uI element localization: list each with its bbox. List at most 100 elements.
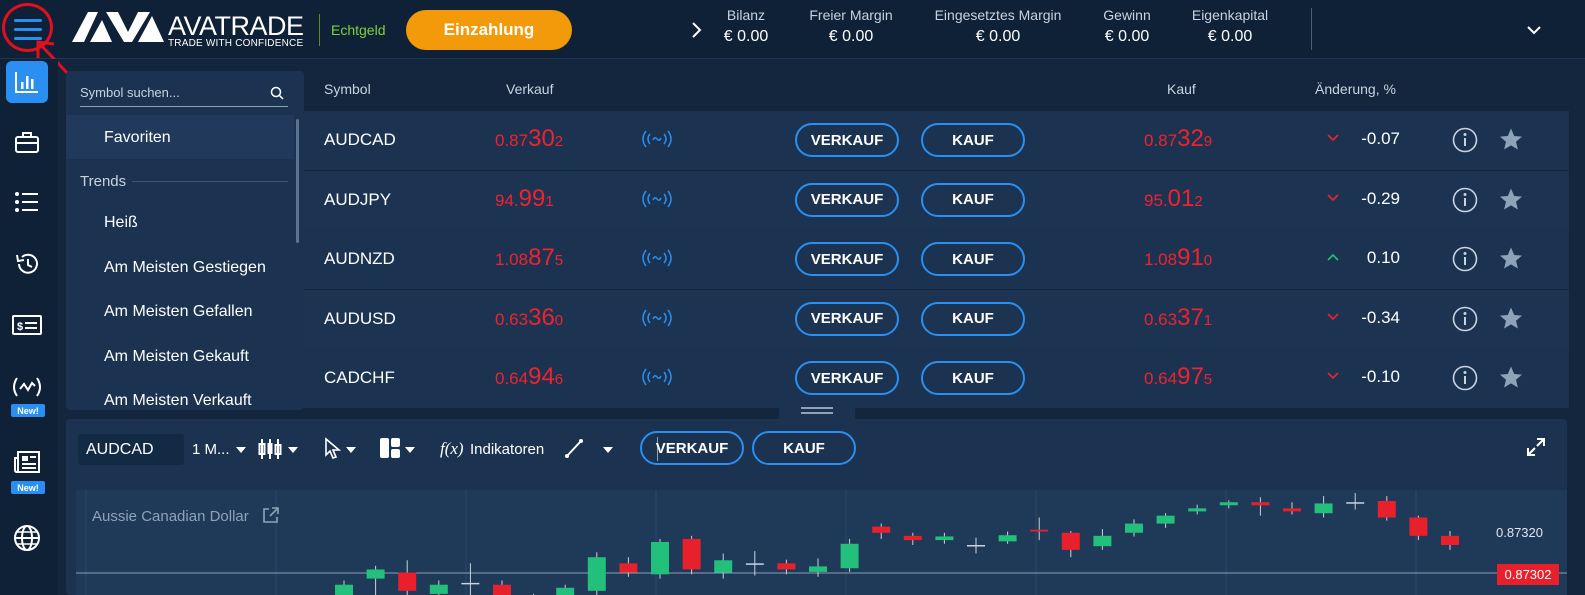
sidebar-item-most-bought[interactable]: Am Meisten Gekauft: [104, 348, 249, 366]
star-icon[interactable]: [1498, 246, 1524, 272]
info-icon[interactable]: [1452, 127, 1478, 153]
sidebar-item-favorites[interactable]: Favoriten: [66, 115, 294, 159]
indicators-button[interactable]: Indikatoren: [470, 441, 544, 458]
caret-down-icon[interactable]: [346, 447, 356, 453]
newspaper-icon: [14, 451, 40, 473]
price-pips: 30: [528, 125, 555, 152]
list-icon: [15, 192, 38, 212]
candle-body: [903, 535, 922, 541]
chevron-right-icon[interactable]: [690, 20, 704, 40]
buy-button[interactable]: KAUF: [921, 182, 1025, 217]
briefcase-icon: [15, 132, 39, 153]
sidebar-item-top-losers[interactable]: Am Meisten Gefallen: [104, 303, 253, 321]
nav-list-button[interactable]: [6, 181, 48, 223]
deposit-button[interactable]: Einzahlung: [406, 10, 572, 50]
buy-button[interactable]: KAUF: [921, 301, 1025, 336]
cursor-icon[interactable]: [324, 437, 342, 461]
table-row[interactable]: AUDNZD 1.08875 VERKAUF KAUF 1.08910 0.10: [304, 230, 1569, 289]
row-symbol: AUDJPY: [324, 189, 392, 209]
chevron-down-icon[interactable]: [1524, 20, 1544, 40]
expand-icon[interactable]: [1526, 437, 1546, 457]
column-header-symbol: Symbol: [324, 81, 371, 97]
chart-sell-button[interactable]: VERKAUF: [640, 431, 744, 465]
star-icon[interactable]: [1498, 365, 1524, 391]
draw-line-icon[interactable]: [564, 437, 584, 459]
nav-chart-button[interactable]: [6, 61, 48, 103]
caret-down-icon[interactable]: [603, 447, 613, 453]
table-row[interactable]: AUDJPY 94.991 VERKAUF KAUF 95.012 -0.29: [304, 170, 1569, 230]
price-fraction: 2: [1194, 192, 1203, 210]
candle-body: [619, 563, 638, 573]
sell-button[interactable]: VERKAUF: [795, 242, 899, 276]
candlestick-type-icon[interactable]: [258, 437, 282, 461]
buy-button[interactable]: KAUF: [921, 361, 1025, 395]
sidebar-item-top-gainers[interactable]: Am Meisten Gestiegen: [104, 259, 266, 277]
buy-button[interactable]: KAUF: [921, 242, 1025, 276]
stat-equity: Eigenkapital € 0.00: [1186, 7, 1274, 46]
price-pips: 32: [1177, 125, 1204, 152]
chart-buy-button[interactable]: KAUF: [752, 431, 856, 465]
divider: [132, 181, 288, 182]
nav-news-button[interactable]: [6, 441, 48, 483]
row-symbol: CADCHF: [324, 368, 395, 387]
sidebar-item-most-sold[interactable]: Am Meisten Verkauft: [104, 392, 252, 410]
top-bar: AVATRADE TRADE WITH CONFIDENCE Echtgeld …: [0, 0, 1585, 59]
signal-icon[interactable]: [640, 308, 674, 328]
nav-signals-button[interactable]: [6, 366, 48, 408]
nav-history-button[interactable]: [6, 243, 48, 285]
candle-body: [777, 563, 796, 570]
function-icon[interactable]: f(x): [440, 439, 464, 459]
stat-label: Eingesetztes Margin: [934, 7, 1062, 23]
sell-button[interactable]: VERKAUF: [795, 361, 899, 395]
timeframe-selector[interactable]: 1 M...: [192, 441, 230, 458]
info-icon[interactable]: [1452, 246, 1478, 272]
star-icon[interactable]: [1498, 127, 1524, 153]
candle-body: [1093, 535, 1112, 547]
sell-button[interactable]: VERKAUF: [795, 301, 899, 336]
search-input[interactable]: [80, 85, 260, 100]
nav-funding-button[interactable]: $: [6, 304, 48, 346]
candle-body: [461, 582, 480, 585]
sidebar-item-hot[interactable]: Heiß: [104, 214, 138, 232]
stat-label: Eigenkapital: [1191, 7, 1269, 23]
star-icon[interactable]: [1498, 187, 1524, 213]
nav-portfolio-button[interactable]: [6, 121, 48, 163]
external-link-icon[interactable]: [262, 506, 280, 524]
price-pips: 87: [528, 244, 555, 271]
signal-icon[interactable]: [640, 129, 674, 149]
search-icon[interactable]: [270, 86, 284, 100]
signal-icon[interactable]: [640, 367, 674, 387]
candle-body: [1346, 502, 1365, 504]
price-prefix: 95.: [1144, 190, 1168, 210]
chart-icon: [15, 72, 38, 93]
layout-icon[interactable]: [379, 437, 401, 459]
table-row[interactable]: AUDUSD 0.63360 VERKAUF KAUF 0.63371 -0.34: [304, 289, 1569, 349]
chart-symbol-field[interactable]: AUDCAD: [78, 434, 184, 465]
candle-body: [809, 566, 827, 572]
chart-panel: AUDCAD 1 M... f(x) Indikatoren VERKAUF K…: [66, 419, 1567, 595]
stat-value: € 0.00: [975, 28, 1021, 45]
table-row[interactable]: CADCHF 0.64946 VERKAUF KAUF 0.64975 -0.10: [304, 349, 1569, 408]
sell-button[interactable]: VERKAUF: [795, 182, 899, 217]
info-icon[interactable]: [1452, 306, 1478, 332]
caret-down-icon[interactable]: [405, 447, 415, 453]
table-row[interactable]: AUDCAD 0.87302 VERKAUF KAUF 0.87329 -0.07: [304, 111, 1569, 170]
change-percent: -0.10: [1361, 367, 1400, 386]
signal-icon[interactable]: [640, 248, 674, 268]
candle-body: [493, 584, 511, 595]
nav-globe-button[interactable]: [6, 517, 48, 559]
caret-down-icon[interactable]: [236, 447, 246, 453]
star-icon[interactable]: [1498, 306, 1524, 332]
sell-button[interactable]: VERKAUF: [795, 123, 899, 157]
candlestick-chart[interactable]: Aussie Canadian Dollar 0.87320 0.87302: [76, 490, 1567, 595]
sidebar-scrollbar[interactable]: [296, 119, 299, 243]
info-icon[interactable]: [1452, 365, 1478, 391]
info-icon[interactable]: [1452, 187, 1478, 213]
buy-button[interactable]: KAUF: [921, 123, 1025, 157]
signal-icon[interactable]: [640, 189, 674, 209]
column-header-buy: Kauf: [1167, 81, 1196, 97]
caret-down-icon[interactable]: [288, 447, 298, 453]
candle-body: [872, 526, 891, 533]
history-icon: [16, 253, 38, 274]
panel-resize-handle[interactable]: [779, 400, 855, 419]
